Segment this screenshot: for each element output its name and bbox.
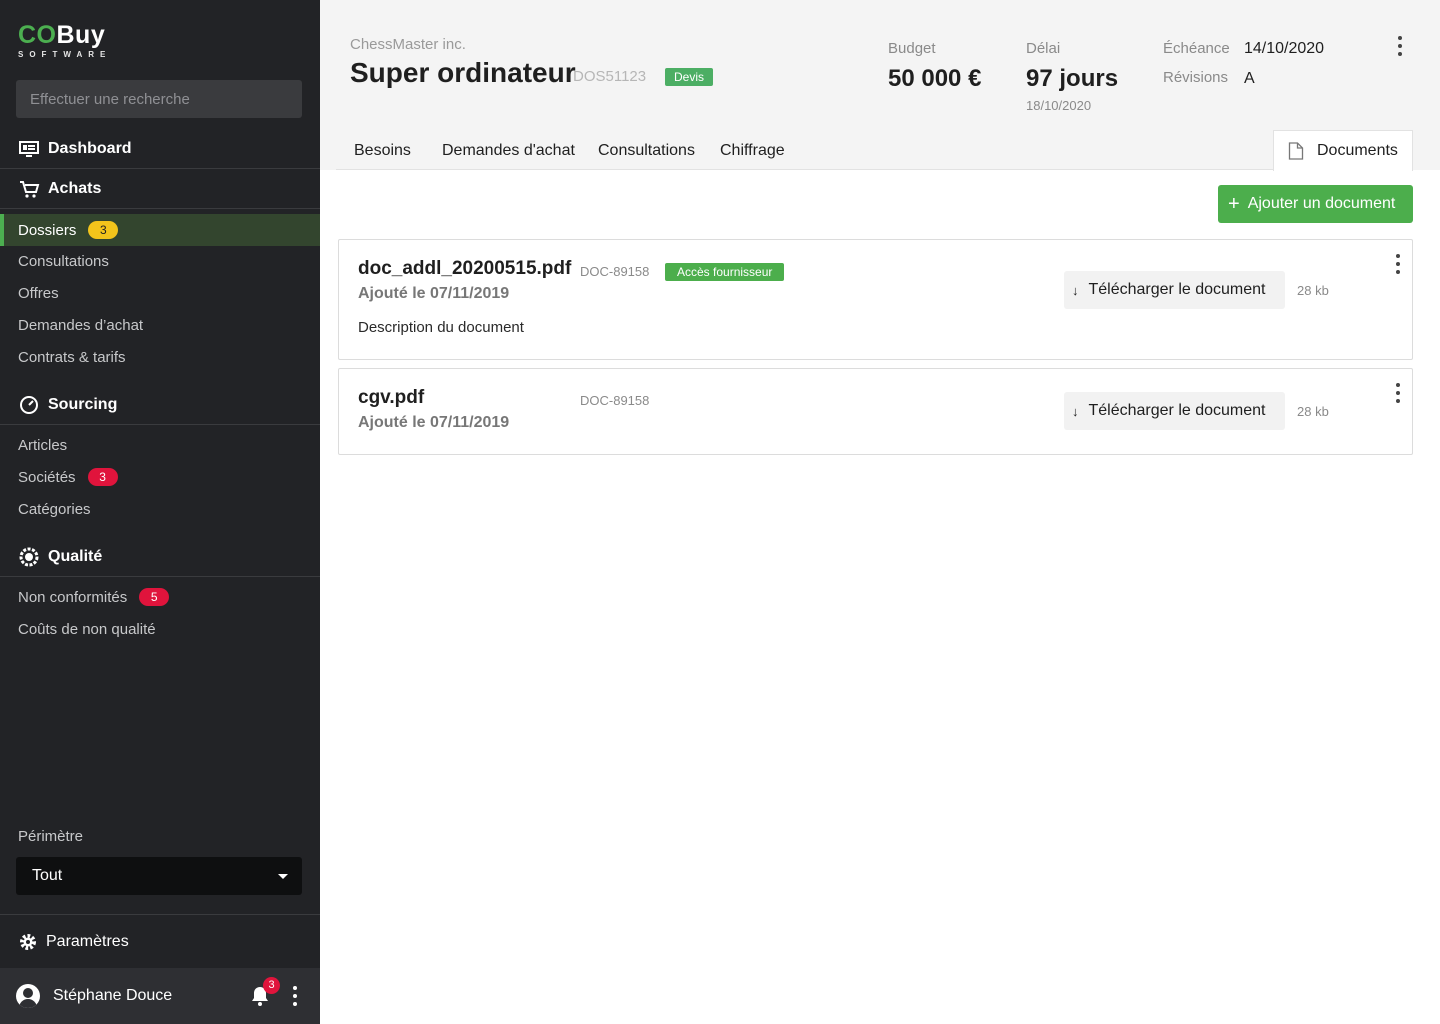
sidebar-dashboard[interactable]: Dashboard [0, 129, 320, 169]
add-document-button[interactable]: + Ajouter un document [1218, 185, 1413, 223]
echeance-label: Échéance [1163, 40, 1230, 57]
cart-icon [20, 180, 40, 198]
tab-documents[interactable]: Documents [1273, 130, 1413, 171]
dossier-menu-icon[interactable] [1397, 36, 1403, 60]
document-size: 28 kb [1297, 404, 1329, 419]
gauge-icon [20, 395, 38, 414]
budget-label: Budget [888, 40, 936, 57]
document-size: 28 kb [1297, 283, 1329, 298]
sidebar-item-label: Catégories [18, 500, 91, 518]
delai-label: Délai [1026, 40, 1061, 57]
sidebar-item-consultations[interactable]: Consultations [0, 245, 320, 277]
tab-consultations[interactable]: Consultations [598, 142, 695, 160]
echeance-value: 14/10/2020 [1244, 40, 1325, 57]
achats-label: Achats [48, 179, 102, 197]
document-added-date: Ajouté le 07/11/2019 [358, 414, 510, 431]
tab-divider [336, 169, 1273, 170]
sidebar-item-label: Consultations [18, 252, 109, 270]
add-document-label: Ajouter un document [1247, 195, 1396, 212]
delai-value: 97 jours [1026, 65, 1119, 92]
parametres-label: Paramètres [46, 932, 129, 950]
sourcing-label: Sourcing [48, 395, 118, 413]
revisions-value: A [1244, 70, 1255, 87]
sidebar-item-label: Dossiers [18, 221, 77, 239]
search-input[interactable] [16, 80, 302, 118]
document-name[interactable]: doc_addl_20200515.pdf [358, 258, 571, 280]
non-conformites-count-badge: 5 [139, 588, 170, 606]
user-menu-icon[interactable] [292, 986, 298, 1010]
document-card: cgv.pdf DOC-89158 Ajouté le 07/11/2019 ↓… [338, 368, 1413, 455]
sidebar-item-label: Offres [18, 284, 59, 302]
notification-count-badge: 3 [263, 977, 280, 994]
budget-value: 50 000 € [888, 65, 982, 92]
perimetre-select[interactable]: Tout [16, 857, 302, 895]
quality-badge-icon [19, 547, 39, 566]
plus-icon: + [1228, 192, 1240, 215]
cobuy-logo[interactable]: COBuy SOFTWARE [18, 22, 111, 59]
main-content: ChessMaster inc. Super ordinateur DOS511… [320, 0, 1440, 1024]
dashboard-label: Dashboard [48, 139, 132, 157]
dossier-ref: DOS51123 [573, 68, 647, 85]
dossier-header: ChessMaster inc. Super ordinateur DOS511… [320, 0, 1440, 171]
caret-down-icon [278, 873, 288, 879]
tab-documents-label: Documents [1317, 142, 1398, 159]
sidebar-item-label: Coûts de non qualité [18, 620, 156, 638]
revisions-label: Révisions [1163, 69, 1229, 86]
sidebar: COBuy SOFTWARE Dashboard Achats Dossiers… [0, 0, 320, 1024]
tab-demandes-achat[interactable]: Demandes d'achat [442, 142, 575, 160]
status-badge: Devis [665, 68, 714, 86]
document-added-date: Ajouté le 07/11/2019 [358, 285, 510, 302]
document-icon [1288, 142, 1304, 160]
sidebar-item-label: Contrats & tarifs [18, 348, 126, 366]
download-document-button[interactable]: ↓ Télécharger le document [1064, 392, 1285, 430]
sidebar-sourcing[interactable]: Sourcing [0, 385, 320, 425]
sidebar-qualite[interactable]: Qualité [0, 537, 320, 577]
monitor-icon [19, 140, 39, 157]
document-id: DOC-89158 [580, 393, 650, 408]
download-label: Télécharger le document [1088, 281, 1266, 298]
document-menu-icon[interactable] [1395, 383, 1401, 407]
sidebar-achats[interactable]: Achats [0, 169, 320, 209]
sidebar-item-label: Sociétés [18, 468, 76, 486]
document-id: DOC-89158 [580, 264, 650, 279]
perimetre-value: Tout [32, 867, 63, 884]
societes-count-badge: 3 [87, 468, 118, 486]
sidebar-parametres[interactable]: Paramètres [0, 914, 320, 968]
sidebar-item-dossiers[interactable]: Dossiers 3 [0, 214, 320, 246]
document-card: doc_addl_20200515.pdf DOC-89158 Accès fo… [338, 239, 1413, 360]
download-document-button[interactable]: ↓ Télécharger le document [1064, 271, 1285, 309]
sidebar-item-label: Articles [18, 436, 68, 454]
sidebar-item-categories[interactable]: Catégories [0, 493, 320, 525]
page-title: Super ordinateur [350, 57, 576, 88]
sidebar-item-offres[interactable]: Offres [0, 277, 320, 309]
sidebar-item-label: Demandes d’achat [18, 316, 144, 334]
sidebar-item-demandes-achat[interactable]: Demandes d’achat [0, 309, 320, 341]
document-menu-icon[interactable] [1395, 254, 1401, 278]
sidebar-item-contrats-tarifs[interactable]: Contrats & tarifs [0, 341, 320, 373]
delai-date: 18/10/2020 [1026, 98, 1092, 113]
sidebar-item-non-conformites[interactable]: Non conformités 5 [0, 581, 320, 613]
logo-subtitle: SOFTWARE [18, 50, 112, 59]
logo-part1: CO [18, 21, 57, 49]
company-name: ChessMaster inc. [350, 36, 466, 53]
perimetre-label: Périmètre [18, 828, 84, 845]
document-name[interactable]: cgv.pdf [358, 387, 424, 409]
gear-icon [20, 933, 36, 950]
document-description: Description du document [358, 319, 524, 336]
dossiers-count-badge: 3 [88, 221, 119, 239]
qualite-label: Qualité [48, 547, 103, 565]
download-arrow-icon: ↓ [1072, 403, 1079, 419]
sidebar-item-articles[interactable]: Articles [0, 429, 320, 461]
user-name[interactable]: Stéphane Douce [53, 987, 172, 1005]
user-avatar-icon[interactable] [16, 984, 40, 1008]
logo-part2: Buy [56, 21, 106, 49]
tab-chiffrage[interactable]: Chiffrage [720, 142, 785, 160]
tab-besoins[interactable]: Besoins [354, 142, 411, 160]
download-arrow-icon: ↓ [1072, 282, 1079, 298]
sidebar-item-label: Non conformités [18, 588, 128, 606]
supplier-access-badge: Accès fournisseur [665, 263, 785, 281]
sidebar-item-couts-non-qualite[interactable]: Coûts de non qualité [0, 613, 320, 645]
download-label: Télécharger le document [1088, 402, 1266, 419]
sidebar-item-societes[interactable]: Sociétés 3 [0, 461, 320, 493]
